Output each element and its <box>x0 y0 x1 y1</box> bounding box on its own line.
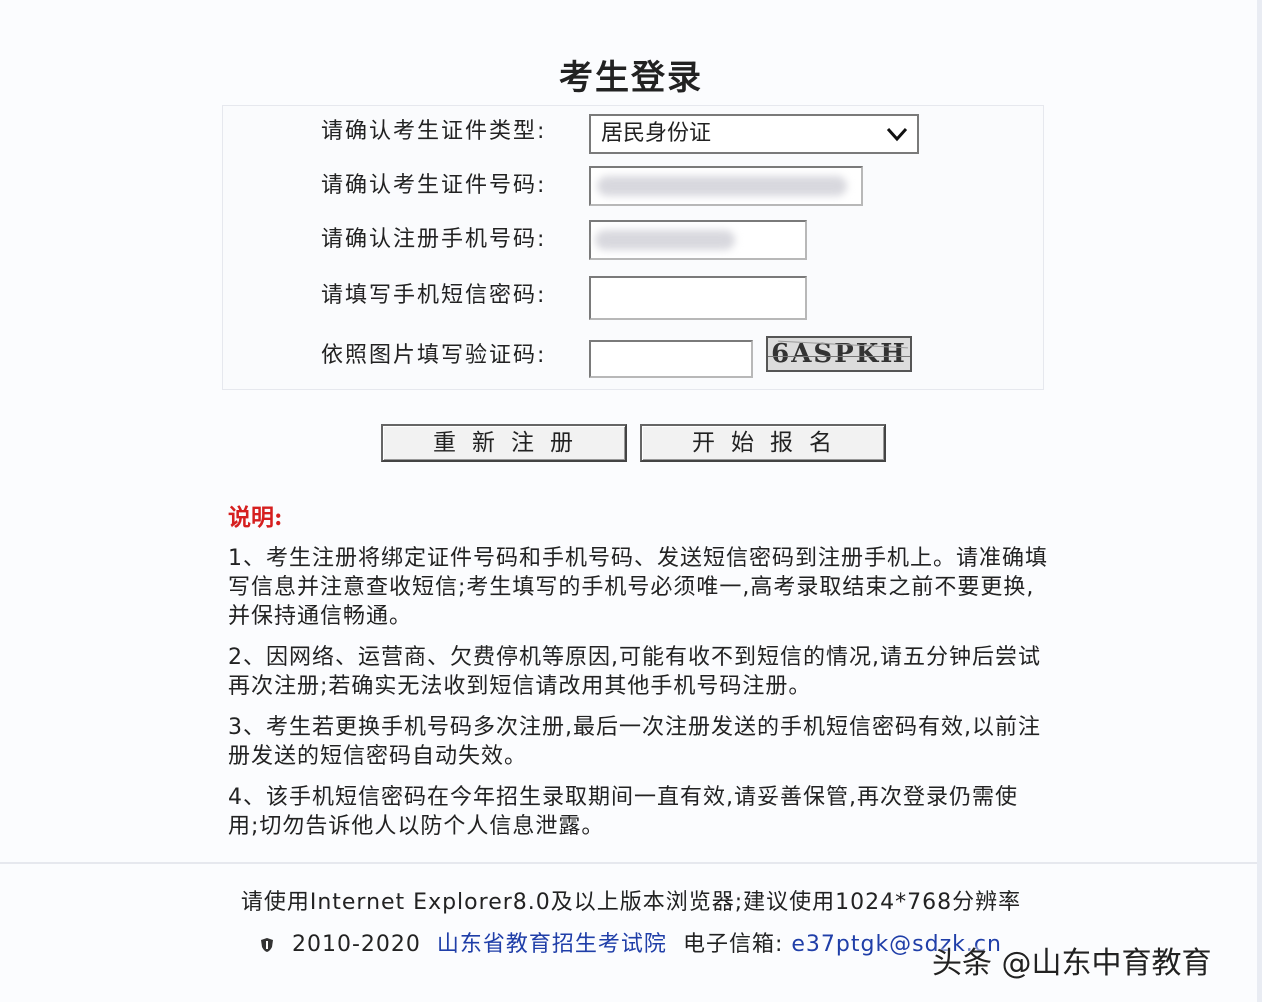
captcha-noise-line <box>768 356 910 357</box>
sms-label: 请填写手机短信密码: <box>321 283 547 308</box>
sms-row: 请填写手机短信密码: <box>223 276 1043 320</box>
id-type-row: 请确认考生证件类型: 居民身份证 <box>223 112 1043 154</box>
id-type-select[interactable]: 居民身份证 <box>589 114 919 154</box>
id-type-selected-value: 居民身份证 <box>601 121 712 146</box>
phone-label: 请确认注册手机号码: <box>321 227 547 252</box>
captcha-input[interactable] <box>589 340 753 378</box>
instructions: 说明: 1、考生注册将绑定证件号码和手机号码、发送短信密码到注册手机上。请准确填… <box>228 498 1048 853</box>
start-signup-button[interactable]: 开始报名 <box>640 424 886 462</box>
captcha-image[interactable]: 6ASPKH <box>766 336 912 372</box>
redacted-id-number <box>597 176 847 196</box>
sms-password-input[interactable] <box>589 276 807 320</box>
chevron-down-icon <box>886 127 908 142</box>
email-label: 电子信箱: <box>682 932 784 957</box>
page-title: 考生登录 <box>559 58 703 98</box>
phone-input[interactable] <box>589 220 807 260</box>
instructions-heading: 说明: <box>228 504 283 531</box>
browser-note: 请使用Internet Explorer8.0及以上版本浏览器;建议使用1024… <box>240 890 1022 915</box>
shield-icon <box>261 938 273 952</box>
window-edge <box>1257 0 1262 1002</box>
captcha-label: 依照图片填写验证码: <box>321 343 547 368</box>
instruction-item: 3、考生若更换手机号码多次注册,最后一次注册发送的手机短信密码有效,以前注册发送… <box>228 715 1041 769</box>
registration-page: 考生登录 请确认考生证件类型: 居民身份证 请确认考生证件号码: 请确认注册手机… <box>0 0 1262 1002</box>
id-number-label: 请确认考生证件号码: <box>321 173 547 198</box>
redacted-phone-number <box>595 230 735 250</box>
login-form: 请确认考生证件类型: 居民身份证 请确认考生证件号码: 请确认注册手机号码: 请… <box>222 105 1044 390</box>
reset-register-button[interactable]: 重新注册 <box>381 424 627 462</box>
watermark: 头条 @山东中育教育 <box>932 946 1212 981</box>
id-type-label: 请确认考生证件类型: <box>321 119 547 144</box>
instruction-item: 4、该手机短信密码在今年招生录取期间一直有效,请妥善保管,再次登录仍需使用;切勿… <box>228 785 1018 839</box>
phone-row: 请确认注册手机号码: <box>223 220 1043 260</box>
footer-divider <box>0 862 1257 864</box>
org-link[interactable]: 山东省教育招生考试院 <box>437 932 667 957</box>
copyright-years: 2010-2020 <box>292 932 421 957</box>
id-number-input[interactable] <box>589 166 863 206</box>
captcha-row: 依照图片填写验证码: <box>223 336 1043 378</box>
instruction-item: 2、因网络、运营商、欠费停机等原因,可能有收不到短信的情况,请五分钟后尝试再次注… <box>228 645 1041 699</box>
instruction-item: 1、考生注册将绑定证件号码和手机号码、发送短信密码到注册手机上。请准确填写信息并… <box>228 546 1048 629</box>
id-number-row: 请确认考生证件号码: <box>223 166 1043 206</box>
